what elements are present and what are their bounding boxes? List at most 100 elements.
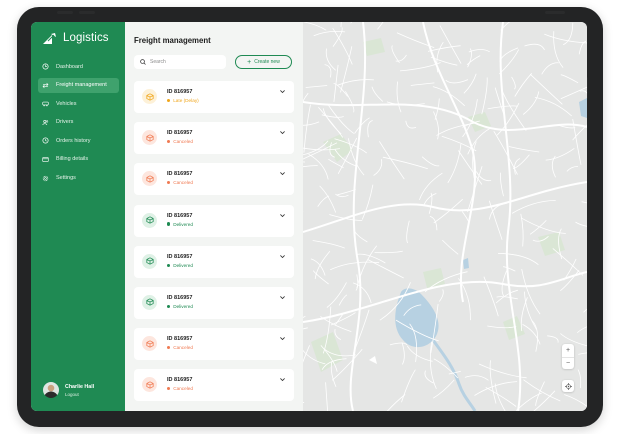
map-street <box>577 326 587 333</box>
map-view[interactable]: + − <box>303 22 587 411</box>
order-id: ID 816957 <box>167 294 193 301</box>
map-street <box>489 360 497 404</box>
search-box[interactable] <box>134 55 226 69</box>
package-icon <box>142 171 157 187</box>
map-street <box>334 329 342 341</box>
status-badge: Late (Delay) <box>167 98 199 103</box>
package-icon <box>142 89 157 104</box>
search-input[interactable] <box>150 59 220 65</box>
map-street <box>520 217 566 234</box>
locate-button[interactable] <box>562 380 574 392</box>
sidebar-item-settings[interactable]: Settings <box>38 171 119 186</box>
chevron-down-icon[interactable] <box>279 376 286 383</box>
status-dot <box>167 346 171 350</box>
order-card[interactable]: ID 816957 Delivered <box>134 245 294 278</box>
map-street <box>522 91 540 115</box>
status-badge: Delivered <box>167 222 193 227</box>
map-street <box>421 156 440 167</box>
sidebar-item-drivers[interactable]: Drivers <box>38 115 119 130</box>
dashboard-icon <box>42 63 49 70</box>
map-street <box>406 220 410 244</box>
map-street <box>374 250 403 254</box>
map-street <box>553 31 564 68</box>
sidebar-item-orders-history[interactable]: Orders history <box>38 133 119 148</box>
map-street <box>503 266 516 272</box>
map-street <box>303 104 311 153</box>
map-street <box>541 62 559 75</box>
map-road <box>303 271 587 323</box>
order-card[interactable]: ID 816957 Canceled <box>134 369 294 402</box>
chevron-down-icon[interactable] <box>279 129 286 136</box>
chevron-down-icon[interactable] <box>279 212 286 219</box>
order-id: ID 816957 <box>167 253 193 260</box>
chevron-down-icon[interactable] <box>279 294 286 301</box>
map-street <box>578 40 587 55</box>
package-icon <box>142 253 157 269</box>
map-street <box>499 172 504 197</box>
card-icon <box>42 156 49 163</box>
map-street <box>303 165 318 168</box>
order-card[interactable]: ID 816957 Late (Delay) <box>134 81 294 113</box>
map-street <box>523 379 561 402</box>
sidebar-item-freight-management[interactable]: Freight management <box>38 77 119 93</box>
map-marker <box>369 356 377 364</box>
map-street <box>524 43 545 51</box>
logout-link[interactable]: Logout <box>65 392 94 397</box>
map-street <box>581 201 587 204</box>
map-street <box>481 77 488 115</box>
clock-icon <box>42 137 49 144</box>
logo-icon <box>43 32 56 44</box>
package-icon <box>142 212 157 228</box>
order-card[interactable]: ID 816957 Delivered <box>134 286 294 319</box>
map-street <box>361 184 374 220</box>
chevron-down-icon[interactable] <box>279 335 286 342</box>
create-new-label: Create new <box>254 59 280 65</box>
sidebar-item-dashboard[interactable]: Dashboard <box>38 59 119 74</box>
zoom-out-button[interactable]: − <box>562 356 574 371</box>
order-card[interactable]: ID 816957 Canceled <box>134 122 294 155</box>
map-street <box>355 253 386 264</box>
map-street <box>379 141 405 180</box>
package-icon <box>142 294 157 310</box>
map-water <box>463 258 469 269</box>
map-street <box>499 49 520 75</box>
map-street <box>354 231 368 243</box>
app-logo[interactable]: Logistics <box>43 32 109 44</box>
map-park <box>323 134 353 162</box>
map-street <box>511 76 516 90</box>
zoom-in-button[interactable]: + <box>562 344 574 357</box>
status-dot <box>167 181 171 185</box>
chevron-down-icon[interactable] <box>279 170 286 177</box>
map-street <box>577 369 582 389</box>
map-road <box>303 101 587 131</box>
sidebar-item-vehicles[interactable]: Vehicles <box>38 96 119 111</box>
chevron-down-icon[interactable] <box>279 253 286 260</box>
order-card[interactable]: ID 816957 Canceled <box>134 328 294 361</box>
status-badge: Canceled <box>167 386 193 391</box>
vehicle-icon <box>42 100 49 107</box>
map-street <box>497 253 539 266</box>
map-canvas[interactable] <box>303 22 587 411</box>
map-street <box>324 64 332 78</box>
map-street <box>308 153 329 180</box>
order-card[interactable]: ID 816957 Canceled <box>134 163 294 196</box>
map-road <box>499 22 522 411</box>
order-card[interactable]: ID 816957 Delivered <box>134 204 294 237</box>
map-street <box>464 375 489 381</box>
map-street <box>463 73 477 94</box>
status-label: Canceled <box>173 386 193 392</box>
map-street <box>319 185 337 213</box>
chevron-down-icon[interactable] <box>279 88 286 95</box>
user-profile[interactable]: Charlie Hall Logout <box>43 382 94 398</box>
status-dot <box>167 98 171 103</box>
map-street <box>468 49 490 53</box>
sidebar-item-billing-details[interactable]: Billing details <box>38 152 119 167</box>
sidebar-item-label: Billing details <box>56 156 89 163</box>
map-street <box>386 394 406 411</box>
map-street <box>436 122 476 136</box>
map-street <box>427 45 461 52</box>
create-new-button[interactable]: + Create new <box>235 55 292 69</box>
sidebar-item-label: Vehicles <box>56 100 77 107</box>
map-street <box>445 79 469 84</box>
status-dot <box>167 263 171 267</box>
